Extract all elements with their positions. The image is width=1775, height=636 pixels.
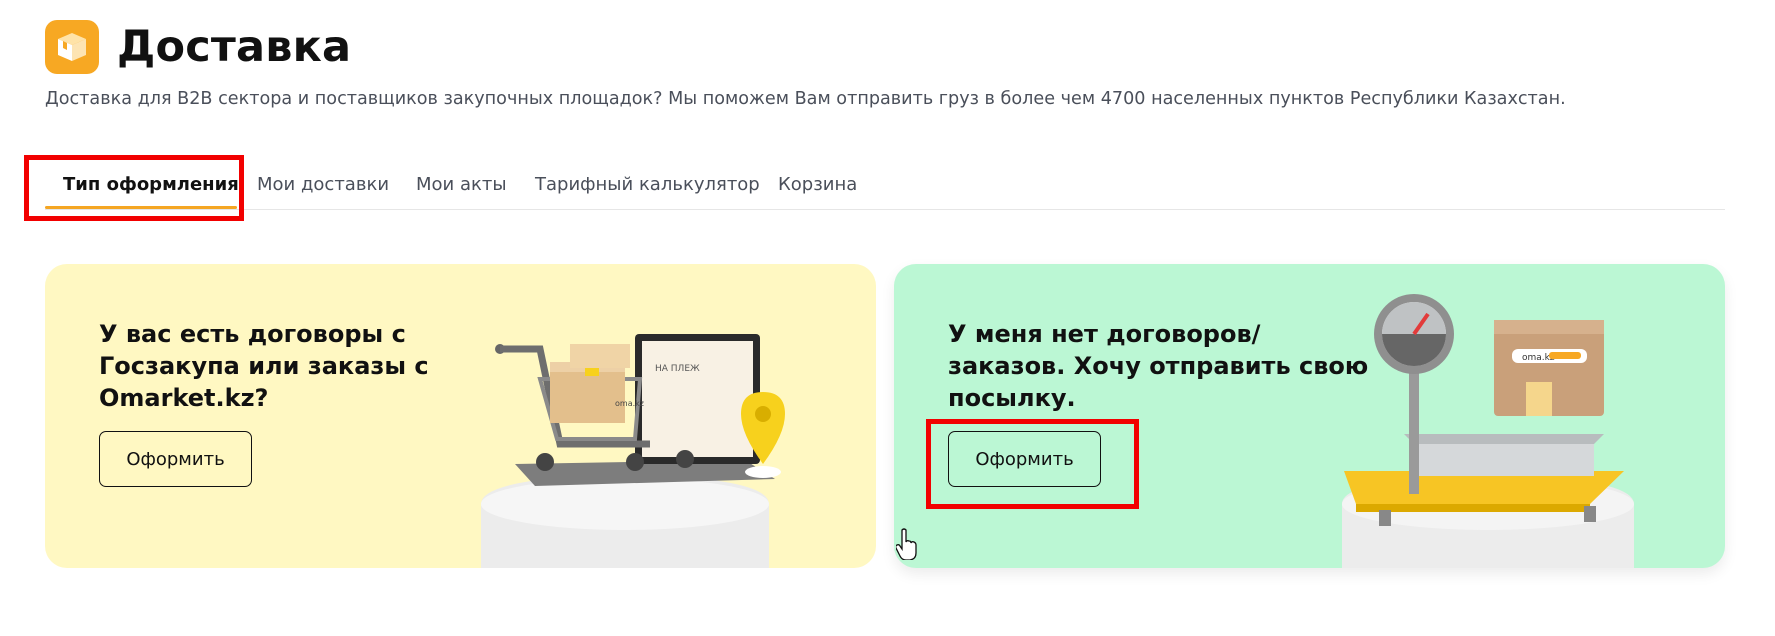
page-header: Доставка — [45, 20, 351, 74]
tab-tariff-calculator[interactable]: Тарифный калькулятор — [535, 174, 760, 195]
cart-laptop-illustration: НА ПЛЕЖ oma.kz — [481, 334, 785, 568]
contract-order-card: У вас есть договоры с Госзакупа или зака… — [45, 264, 876, 568]
tab-bar: Тип оформления Мои доставки Мои акты Тар… — [45, 160, 1725, 210]
tab-my-deliveries[interactable]: Мои доставки — [257, 174, 389, 195]
box-icon — [45, 20, 99, 74]
scale-parcel-illustration: oma.kz — [1342, 294, 1634, 568]
card-heading: У вас есть договоры с Госзакупа или зака… — [99, 320, 429, 412]
tab-cart[interactable]: Корзина — [778, 174, 857, 195]
no-contract-card: У меня нет договоров/ заказов. Хочу отпр… — [894, 264, 1725, 568]
hand-cursor-icon — [896, 528, 917, 560]
page-title: Доставка — [117, 22, 352, 72]
page-subtitle: Доставка для B2B сектора и поставщиков з… — [45, 89, 1566, 109]
svg-text:oma.kz: oma.kz — [615, 399, 644, 408]
tab-highlight-box — [24, 155, 244, 221]
tab-my-acts[interactable]: Мои акты — [416, 174, 507, 195]
order-button[interactable]: Оформить — [99, 431, 252, 487]
button-highlight-box — [926, 419, 1139, 509]
svg-text:НА ПЛЕЖ: НА ПЛЕЖ — [655, 364, 700, 374]
